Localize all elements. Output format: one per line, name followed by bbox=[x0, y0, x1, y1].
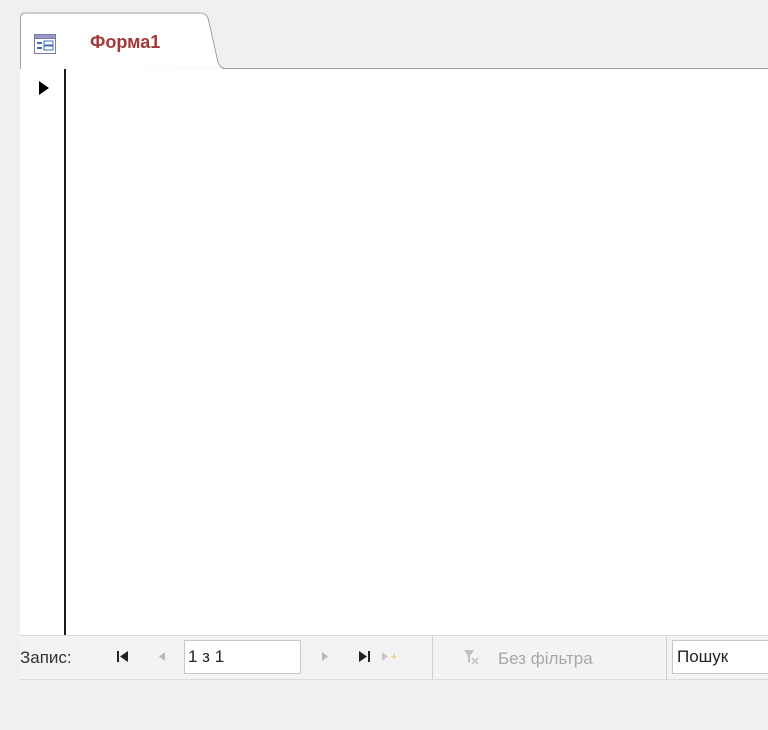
access-form-view: Форма1 Запис: 1 з 1 Без фільтра Пошук bbox=[0, 0, 768, 730]
next-record-icon[interactable] bbox=[316, 648, 334, 666]
last-record-icon[interactable] bbox=[356, 648, 374, 666]
search-input[interactable]: Пошук bbox=[672, 640, 768, 674]
current-record-field[interactable]: 1 з 1 bbox=[184, 640, 301, 674]
tab-label: Форма1 bbox=[90, 32, 161, 52]
record-selector[interactable] bbox=[20, 69, 66, 635]
nav-separator bbox=[432, 636, 433, 680]
previous-record-icon[interactable] bbox=[154, 648, 172, 666]
record-navigation-bar: Запис: 1 з 1 Без фільтра Пошук bbox=[20, 635, 768, 680]
no-filter-button[interactable]: Без фільтра bbox=[445, 636, 667, 680]
form-detail-section[interactable] bbox=[66, 69, 768, 635]
filter-icon bbox=[463, 648, 479, 666]
new-record-icon[interactable] bbox=[380, 648, 398, 666]
form-body bbox=[20, 69, 768, 635]
nav-separator bbox=[666, 636, 667, 680]
document-tab-strip: Форма1 bbox=[0, 0, 768, 70]
filter-label: Без фільтра bbox=[498, 649, 593, 668]
form-icon bbox=[34, 34, 56, 54]
status-area bbox=[20, 679, 768, 730]
current-record-icon bbox=[39, 81, 49, 95]
first-record-icon[interactable] bbox=[114, 648, 132, 666]
record-label: Запис: bbox=[20, 648, 72, 667]
tab-forma1[interactable]: Форма1 bbox=[20, 12, 226, 69]
